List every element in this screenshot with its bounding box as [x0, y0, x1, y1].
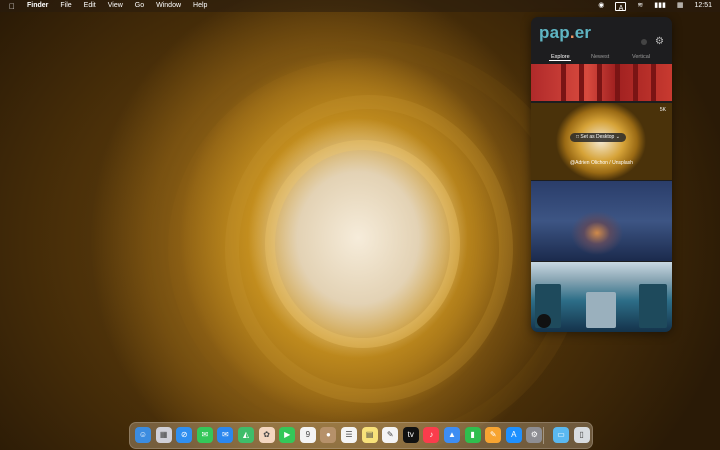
tab-vertical[interactable]: Vertical	[632, 54, 650, 60]
mail-icon[interactable]: ✉	[217, 427, 234, 443]
menu-view[interactable]: View	[108, 0, 123, 12]
resolution-badge: 5K	[659, 107, 666, 113]
reminders-icon[interactable]: ☰	[341, 427, 357, 443]
menu-bar:  Finder File Edit View Go Window Help ◉…	[0, 0, 720, 12]
appstore-icon[interactable]: A	[505, 427, 522, 443]
photos-icon[interactable]: ✿	[258, 427, 275, 443]
dark-mode-icon[interactable]	[641, 39, 647, 45]
dock-separator	[543, 427, 544, 444]
dock: ☺ ▦ ⊘ ✉ ✉ ◭ ✿ ▶ 9 ● ☰ ▤ ✎ tv ♪ ▲ ▮ ✎ A ⚙ ▭ ▯	[129, 422, 593, 449]
settings-icon[interactable]: ⚙	[526, 427, 543, 443]
pages-icon[interactable]: ✎	[485, 427, 502, 443]
freeform-icon[interactable]: ✎	[382, 427, 399, 443]
paper-tabs: Explore Newest Vertical	[531, 54, 672, 64]
downloads-folder-icon[interactable]: ▭	[553, 427, 569, 443]
tab-newest[interactable]: Newest	[591, 54, 609, 60]
calendar-icon[interactable]: 9	[299, 427, 316, 443]
wallpaper-thumbnail[interactable]	[531, 181, 672, 261]
paper-app-panel: pap.er ⚙ Explore Newest Vertical 5K □ Se…	[531, 17, 672, 332]
menu-help[interactable]: Help	[193, 0, 207, 12]
launchpad-icon[interactable]: ▦	[155, 427, 172, 443]
menu-file[interactable]: File	[60, 0, 71, 12]
tv-icon[interactable]: tv	[402, 427, 419, 443]
paper-logo: pap.er	[539, 23, 592, 42]
safari-icon[interactable]: ⊘	[176, 427, 193, 443]
wallpaper-thumbnail[interactable]	[531, 64, 672, 101]
wallpaper-thumbnail[interactable]	[531, 262, 672, 332]
menu-edit[interactable]: Edit	[84, 0, 96, 12]
paper-status-icon[interactable]: ◉	[598, 0, 604, 12]
numbers-icon[interactable]: ▮	[464, 427, 481, 443]
finder-icon[interactable]: ☺	[135, 427, 151, 443]
gear-icon[interactable]: ⚙	[655, 36, 664, 47]
app-menu-finder[interactable]: Finder	[27, 0, 48, 12]
notes-icon[interactable]: ▤	[361, 427, 378, 443]
facetime-icon[interactable]: ▶	[279, 427, 296, 443]
control-center-icon[interactable]: ▦	[677, 0, 684, 12]
tab-active-indicator	[549, 60, 571, 61]
battery-icon[interactable]: ▮▮▮	[654, 0, 666, 12]
monitor-icon: □	[576, 134, 580, 140]
music-icon[interactable]: ♪	[423, 427, 440, 443]
menu-go[interactable]: Go	[135, 0, 144, 12]
wallpaper-thumbnail-selected[interactable]: 5K □ Set as Desktop ⌄ @Adrien Olichon / …	[531, 103, 672, 180]
apple-menu-icon[interactable]: 	[9, 2, 15, 11]
messages-icon[interactable]: ✉	[196, 427, 213, 443]
chevron-down-icon[interactable]: ⌄	[616, 134, 620, 140]
keynote-icon[interactable]: ▲	[444, 427, 460, 443]
menu-window[interactable]: Window	[156, 0, 181, 12]
clock[interactable]: 12:51	[694, 0, 712, 12]
maps-icon[interactable]: ◭	[238, 427, 254, 443]
set-as-desktop-button[interactable]: □ Set as Desktop ⌄	[570, 133, 626, 142]
input-source-icon[interactable]: A	[615, 1, 627, 12]
trash-icon[interactable]: ▯	[573, 427, 590, 443]
contacts-icon[interactable]: ●	[320, 427, 337, 443]
wifi-icon[interactable]: ≋	[637, 0, 643, 12]
photo-credit[interactable]: @Adrien Olichon / Unsplash	[531, 160, 672, 166]
